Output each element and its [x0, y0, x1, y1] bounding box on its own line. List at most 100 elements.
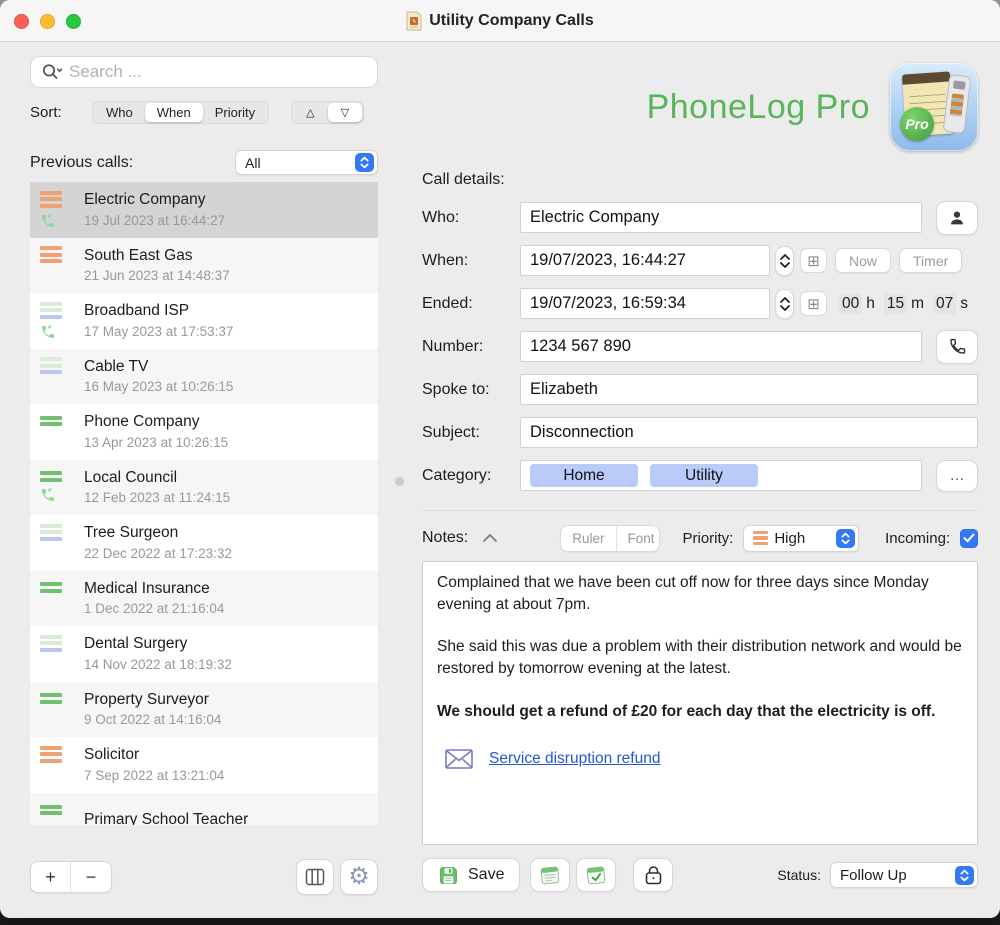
number-row: Number: 1234 567 890 [422, 331, 978, 362]
columns-button[interactable] [296, 859, 334, 895]
list-item[interactable]: Local Council 12 Feb 2023 at 11:24:15 [30, 460, 378, 516]
number-field[interactable]: 1234 567 890 [520, 331, 922, 362]
incoming-checkbox[interactable] [960, 529, 978, 548]
list-toolbar: + − ⚙ [30, 859, 378, 895]
calendar-event-button[interactable] [530, 858, 570, 892]
status-value: Follow Up [840, 867, 907, 884]
call-date: 21 Jun 2023 at 14:48:37 [84, 267, 378, 286]
subject-row: Subject: Disconnection [422, 417, 978, 448]
priority-high-icon [753, 531, 768, 546]
ended-field[interactable]: 19/07/2023, 16:59:34 [520, 288, 770, 319]
list-item[interactable]: Medical Insurance 1 Dec 2022 at 21:16:04 [30, 571, 378, 627]
ruler-button[interactable]: Ruler [561, 526, 616, 551]
when-field[interactable]: 19/07/2023, 16:44:27 [520, 245, 770, 276]
timer-button[interactable]: Timer [899, 248, 962, 273]
zoom-window-button[interactable] [66, 14, 81, 29]
call-details-header: Call details: [422, 171, 978, 189]
priority-icon [40, 416, 62, 427]
ended-stepper[interactable] [775, 289, 794, 319]
list-item[interactable]: South East Gas 21 Jun 2023 at 14:48:37 [30, 238, 378, 294]
incoming-label: Incoming: [885, 530, 950, 547]
dial-button[interactable] [936, 330, 978, 364]
priority-icon [40, 246, 62, 263]
priority-icon [40, 635, 62, 652]
gear-icon: ⚙ [348, 865, 370, 889]
sort-descending-button[interactable]: ▽ [328, 103, 362, 122]
note-attachment-link[interactable]: Service disruption refund [489, 748, 660, 770]
settings-button[interactable]: ⚙ [340, 859, 378, 895]
call-name: Tree Surgeon [84, 522, 378, 544]
popup-arrows-icon [955, 866, 974, 885]
search-placeholder: Search ... [69, 62, 142, 82]
subject-field[interactable]: Disconnection [520, 417, 978, 448]
incoming-call-icon [40, 487, 56, 503]
contacts-button[interactable] [936, 201, 978, 235]
call-date: 14 Nov 2022 at 18:19:32 [84, 656, 378, 675]
sort-ascending-button[interactable]: △ [293, 103, 327, 122]
who-field[interactable]: Electric Company [520, 202, 922, 233]
category-field[interactable]: Home Utility [520, 460, 922, 491]
call-date: 7 Sep 2022 at 13:21:04 [84, 767, 378, 786]
ended-calendar-button[interactable]: ⊞ [800, 291, 827, 316]
status-popup[interactable]: Follow Up [830, 862, 978, 888]
search-input[interactable]: Search ... [30, 56, 378, 88]
save-button[interactable]: Save [422, 858, 520, 892]
priority-popup[interactable]: High [743, 525, 859, 552]
call-date: 12 Feb 2023 at 11:24:15 [84, 489, 378, 508]
close-window-button[interactable] [14, 14, 29, 29]
call-duration: 00h 15m 07s [839, 294, 973, 314]
call-name: South East Gas [84, 245, 378, 267]
when-calendar-button[interactable]: ⊞ [800, 248, 827, 273]
app-window: Utility Company Calls Search ... Sort: W… [0, 0, 1000, 918]
minimize-window-button[interactable] [40, 14, 55, 29]
lock-icon [645, 865, 662, 885]
list-item[interactable]: Broadband ISP 17 May 2023 at 17:53:37 [30, 293, 378, 349]
when-label: When: [422, 252, 520, 270]
call-name: Cable TV [84, 356, 378, 378]
splitter-handle[interactable] [395, 477, 404, 486]
sort-order-control: △ ▽ [291, 101, 364, 124]
remove-call-button[interactable]: − [71, 862, 111, 892]
list-item[interactable]: Property Surveyor 9 Oct 2022 at 14:16:04 [30, 682, 378, 738]
category-tag[interactable]: Home [530, 464, 638, 487]
lock-button[interactable] [633, 858, 673, 892]
add-call-button[interactable]: + [31, 862, 71, 892]
font-button[interactable]: Font [617, 526, 661, 551]
category-more-button[interactable]: … [936, 460, 978, 492]
list-item[interactable]: Phone Company 13 Apr 2023 at 10:26:15 [30, 404, 378, 460]
reminder-button[interactable] [576, 858, 616, 892]
list-item[interactable]: Dental Surgery 14 Nov 2022 at 18:19:32 [30, 626, 378, 682]
person-icon [948, 209, 966, 227]
app-logo-icon: Pro [890, 63, 978, 151]
call-date: 22 Dec 2022 at 17:23:32 [84, 545, 378, 564]
list-item[interactable]: Solicitor 7 Sep 2022 at 13:21:04 [30, 737, 378, 793]
calendar-grid-icon: ⊞ [807, 295, 820, 313]
sort-option-when[interactable]: When [145, 103, 203, 122]
priority-value: High [774, 530, 805, 547]
notes-paragraph-bold: We should get a refund of £20 for each d… [437, 701, 963, 723]
phone-icon [948, 337, 967, 356]
category-tag[interactable]: Utility [650, 464, 758, 487]
footer-toolbar: Save Status: [422, 858, 978, 892]
list-item[interactable]: Primary School Teacher [30, 793, 378, 826]
when-stepper[interactable] [775, 246, 794, 276]
notes-textarea[interactable]: Complained that we have been cut off now… [422, 561, 978, 845]
category-row: Category: HomeUtility … [422, 460, 978, 491]
sort-option-who[interactable]: Who [94, 103, 145, 122]
list-item[interactable]: Tree Surgeon 22 Dec 2022 at 17:23:32 [30, 515, 378, 571]
call-date: 13 Apr 2023 at 10:26:15 [84, 434, 378, 453]
collapse-notes-button[interactable] [482, 533, 498, 543]
call-name: Dental Surgery [84, 633, 378, 655]
previous-calls-list[interactable]: Electric Company 19 Jul 2023 at 16:44:27… [30, 182, 378, 825]
now-button[interactable]: Now [835, 248, 891, 273]
checkmark-icon [963, 533, 975, 543]
list-item[interactable]: Electric Company 19 Jul 2023 at 16:44:27 [30, 182, 378, 238]
spoke-to-label: Spoke to: [422, 381, 520, 399]
spoke-to-field[interactable]: Elizabeth [520, 374, 978, 405]
list-item[interactable]: Cable TV 16 May 2023 at 10:26:15 [30, 349, 378, 405]
who-label: Who: [422, 209, 520, 227]
call-name: Medical Insurance [84, 578, 378, 600]
filter-popup[interactable]: All [235, 150, 378, 175]
call-date: 1 Dec 2022 at 21:16:04 [84, 600, 378, 619]
sort-option-priority[interactable]: Priority [203, 103, 267, 122]
